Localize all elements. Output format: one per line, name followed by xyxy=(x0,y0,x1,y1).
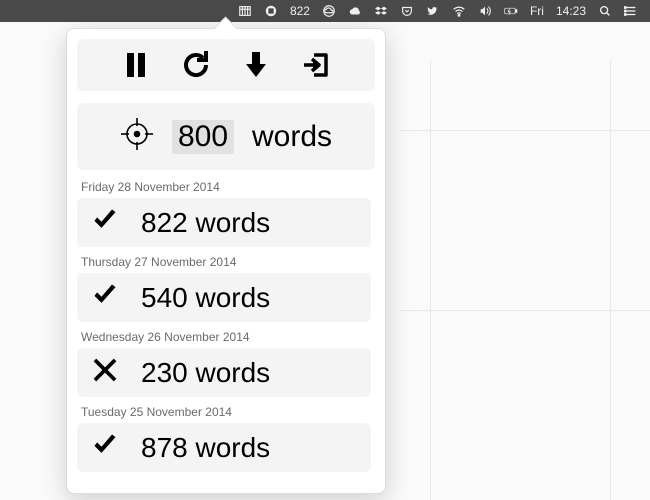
entry-date: Thursday 27 November 2014 xyxy=(77,255,371,273)
history-entry: Tuesday 25 November 2014 878 words xyxy=(77,405,371,472)
entry-count: 230 words xyxy=(141,357,270,389)
app-count-badge[interactable] xyxy=(264,4,278,18)
history-entry: Wednesday 26 November 2014 230 words xyxy=(77,330,371,397)
menubar-word-count[interactable]: 822 xyxy=(290,4,310,18)
check-icon xyxy=(91,206,119,239)
grid-icon[interactable] xyxy=(238,4,252,18)
menubar-day[interactable]: Fri xyxy=(530,4,544,18)
download-button[interactable] xyxy=(240,49,272,81)
entry-body[interactable]: 230 words xyxy=(77,348,371,397)
cross-icon xyxy=(91,356,119,389)
entry-count: 540 words xyxy=(141,282,270,314)
history-entry: Thursday 27 November 2014 540 words xyxy=(77,255,371,322)
entry-body[interactable]: 540 words xyxy=(77,273,371,322)
entry-body[interactable]: 822 words xyxy=(77,198,371,247)
toolbar xyxy=(77,39,375,91)
target-unit-label: words xyxy=(252,120,332,154)
entry-date: Tuesday 25 November 2014 xyxy=(77,405,371,423)
spotlight-icon[interactable] xyxy=(598,4,612,18)
volume-icon[interactable] xyxy=(478,4,492,18)
entry-date: Friday 28 November 2014 xyxy=(77,180,371,198)
cloud-icon[interactable] xyxy=(348,4,362,18)
pocket-icon[interactable] xyxy=(400,4,414,18)
entry-count: 878 words xyxy=(141,432,270,464)
history-list[interactable]: Friday 28 November 2014 822 words Thursday… xyxy=(77,180,375,483)
refresh-button[interactable] xyxy=(180,49,212,81)
check-icon xyxy=(91,281,119,314)
target-row: 800 words xyxy=(77,103,375,170)
entry-count: 822 words xyxy=(141,207,270,239)
menubar-time[interactable]: 14:23 xyxy=(556,4,586,18)
check-icon xyxy=(91,431,119,464)
exit-button[interactable] xyxy=(300,49,332,81)
wifi-icon[interactable] xyxy=(452,4,466,18)
history-entry: Friday 28 November 2014 822 words xyxy=(77,180,371,247)
entry-body[interactable]: 878 words xyxy=(77,423,371,472)
dropbox-icon[interactable] xyxy=(374,4,388,18)
creative-cloud-icon[interactable] xyxy=(322,4,336,18)
target-icon xyxy=(120,117,154,156)
pause-button[interactable] xyxy=(120,49,152,81)
mac-menubar: 822 Fri 14:23 xyxy=(0,0,650,22)
notification-center-icon[interactable] xyxy=(624,4,638,18)
twitter-icon[interactable] xyxy=(426,4,440,18)
entry-date: Wednesday 26 November 2014 xyxy=(77,330,371,348)
word-counter-popover: 800 words Friday 28 November 2014 822 wor… xyxy=(66,28,386,494)
battery-icon[interactable] xyxy=(504,4,518,18)
target-value-input[interactable]: 800 xyxy=(172,120,234,154)
